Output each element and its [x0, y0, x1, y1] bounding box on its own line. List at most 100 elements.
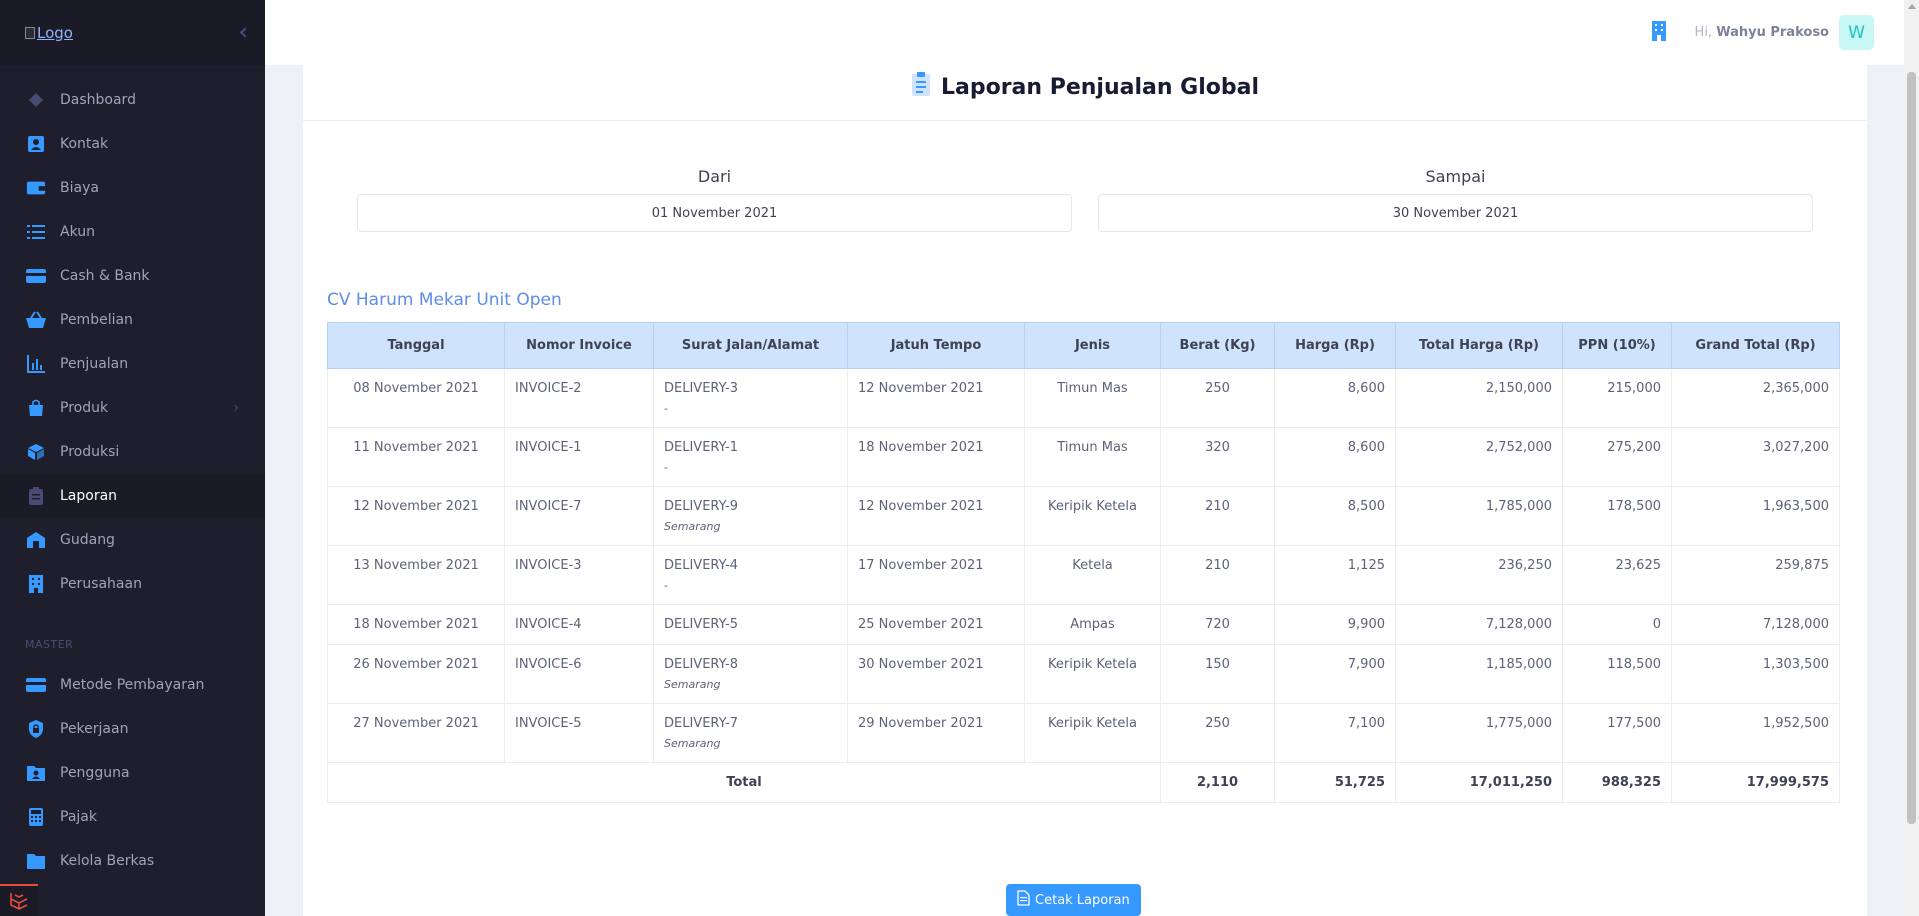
sidebar-item-produksi[interactable]: Produksi [0, 430, 265, 474]
cell-ppn: 118,500 [1562, 644, 1672, 704]
scrollbar-thumb[interactable] [1907, 72, 1916, 824]
print-report-button[interactable]: Cetak Laporan [1006, 884, 1141, 916]
cell-tanggal: 27 November 2021 [327, 703, 505, 763]
sidebar-item-akun[interactable]: Akun [0, 210, 265, 254]
chevron-right-icon: › [233, 400, 239, 416]
avatar[interactable]: W [1839, 15, 1874, 50]
sidebar-item-label: Produksi [60, 444, 120, 460]
cell-tanggal: 11 November 2021 [327, 427, 505, 487]
cell-grand-total: 1,303,500 [1671, 644, 1840, 704]
cell-harga: 8,600 [1274, 368, 1396, 428]
laravel-debugbar-icon[interactable] [0, 884, 38, 916]
cell-jenis: Ketela [1024, 545, 1161, 605]
sidebar-item-laporan[interactable]: Laporan [0, 474, 265, 518]
cell-surat-jalan: DELIVERY-9 Semarang [653, 486, 848, 546]
print-report-label: Cetak Laporan [1035, 892, 1130, 908]
from-date-group: Dari [357, 167, 1072, 232]
wallet-icon [26, 178, 46, 198]
from-date-input[interactable] [357, 194, 1072, 232]
sidebar-item-kontak[interactable]: Kontak [0, 122, 265, 166]
sidebar-item-dashboard[interactable]: Dashboard [0, 78, 265, 122]
calculator-icon [26, 807, 46, 827]
sidebar-item-kelola-berkas[interactable]: Kelola Berkas [0, 839, 265, 883]
sidebar-item-pengguna[interactable]: Pengguna [0, 751, 265, 795]
column-header: Jatuh Tempo [847, 322, 1025, 369]
cell-jatuh-tempo: 17 November 2021 [847, 545, 1025, 605]
cell-invoice: INVOICE-5 [504, 703, 654, 763]
column-header: PPN (10%) [1562, 322, 1672, 369]
cell-jatuh-tempo: 18 November 2021 [847, 427, 1025, 487]
contact-icon [26, 134, 46, 154]
delivery-address: - [664, 402, 668, 415]
cell-invoice: INVOICE-2 [504, 368, 654, 428]
sidebar-item-gudang[interactable]: Gudang [0, 518, 265, 562]
cell-berat: 320 [1160, 427, 1275, 487]
sidebar-item-label: Kelola Berkas [60, 853, 155, 869]
sidebar-item-label: Pembelian [60, 312, 133, 328]
cell-grand-total: 7,128,000 [1671, 604, 1840, 645]
total-harga: 51,725 [1274, 762, 1396, 803]
cell-surat-jalan: DELIVERY-3 - [653, 368, 848, 428]
report-card: Laporan Penjualan Global Dari Sampai CV … [303, 40, 1867, 916]
master-menu: Metode Pembayaran Pekerjaan Pengguna Paj… [0, 663, 265, 883]
delivery-address: Semarang [664, 678, 721, 691]
sidebar-header: Logo ‹‹ [0, 0, 265, 65]
cell-total-harga: 2,752,000 [1395, 427, 1563, 487]
folder-icon [26, 851, 46, 871]
cell-invoice: INVOICE-7 [504, 486, 654, 546]
cell-invoice: INVOICE-6 [504, 644, 654, 704]
collapse-sidebar-icon[interactable]: ‹‹ [238, 20, 246, 45]
sidebar-item-pajak[interactable]: Pajak [0, 795, 265, 839]
sidebar-item-label: Pekerjaan [60, 721, 129, 737]
total-total-harga: 17,011,250 [1395, 762, 1563, 803]
cell-jatuh-tempo: 25 November 2021 [847, 604, 1025, 645]
delivery-address: Semarang [664, 520, 721, 533]
to-date-input[interactable] [1098, 194, 1813, 232]
table-row: 18 November 2021 INVOICE-4 DELIVERY-5 25… [327, 604, 1840, 645]
cell-invoice: INVOICE-3 [504, 545, 654, 605]
sidebar-item-penjualan[interactable]: Penjualan [0, 342, 265, 386]
warehouse-icon [26, 530, 46, 550]
sidebar-item-label: Pengguna [60, 765, 130, 781]
logo[interactable]: Logo [25, 24, 73, 42]
sidebar-item-produk[interactable]: Produk › [0, 386, 265, 430]
column-header: Surat Jalan/Alamat [653, 322, 848, 369]
sidebar-item-metode-pembayaran[interactable]: Metode Pembayaran [0, 663, 265, 707]
delivery-number: DELIVERY-9 [664, 499, 738, 514]
column-header: Nomor Invoice [504, 322, 654, 369]
page-scrollbar[interactable] [1904, 0, 1919, 916]
column-header: Harga (Rp) [1274, 322, 1396, 369]
company-name: CV Harum Mekar Unit Open [327, 290, 562, 310]
sidebar-item-label: Penjualan [60, 356, 129, 372]
delivery-number: DELIVERY-5 [664, 617, 738, 632]
cell-grand-total: 2,365,000 [1671, 368, 1840, 428]
sidebar-item-pembelian[interactable]: Pembelian [0, 298, 265, 342]
from-date-label: Dari [697, 167, 732, 186]
cell-total-harga: 2,150,000 [1395, 368, 1563, 428]
user-greeting[interactable]: Hi, Wahyu Prakoso [1695, 25, 1829, 40]
sidebar-item-pekerjaan[interactable]: Pekerjaan [0, 707, 265, 751]
table-row: 12 November 2021 INVOICE-7 DELIVERY-9 Sem… [327, 486, 1840, 546]
scroll-up-icon[interactable] [1908, 4, 1916, 9]
sidebar-item-cash-bank[interactable]: Cash & Bank [0, 254, 265, 298]
to-date-group: Sampai [1098, 167, 1813, 232]
sidebar-item-perusahaan[interactable]: Perusahaan [0, 562, 265, 606]
cell-surat-jalan: DELIVERY-1 - [653, 427, 848, 487]
cell-harga: 8,500 [1274, 486, 1396, 546]
cell-tanggal: 26 November 2021 [327, 644, 505, 704]
layers-icon [26, 90, 46, 110]
clipboard-icon [911, 71, 931, 103]
page-title: Laporan Penjualan Global [911, 71, 1259, 103]
sales-report-table: Tanggal Nomor Invoice Surat Jalan/Alamat… [327, 322, 1840, 803]
cell-jenis: Timun Mas [1024, 427, 1161, 487]
sidebar-item-biaya[interactable]: Biaya [0, 166, 265, 210]
credit-card-icon [26, 675, 46, 695]
cell-ppn: 23,625 [1562, 545, 1672, 605]
company-building-icon[interactable] [1651, 20, 1667, 46]
cell-jenis: Keripik Ketela [1024, 486, 1161, 546]
cell-harga: 8,600 [1274, 427, 1396, 487]
delivery-address: - [664, 579, 668, 592]
delivery-number: DELIVERY-4 [664, 558, 738, 573]
cell-jenis: Keripik Ketela [1024, 703, 1161, 763]
cell-tanggal: 12 November 2021 [327, 486, 505, 546]
